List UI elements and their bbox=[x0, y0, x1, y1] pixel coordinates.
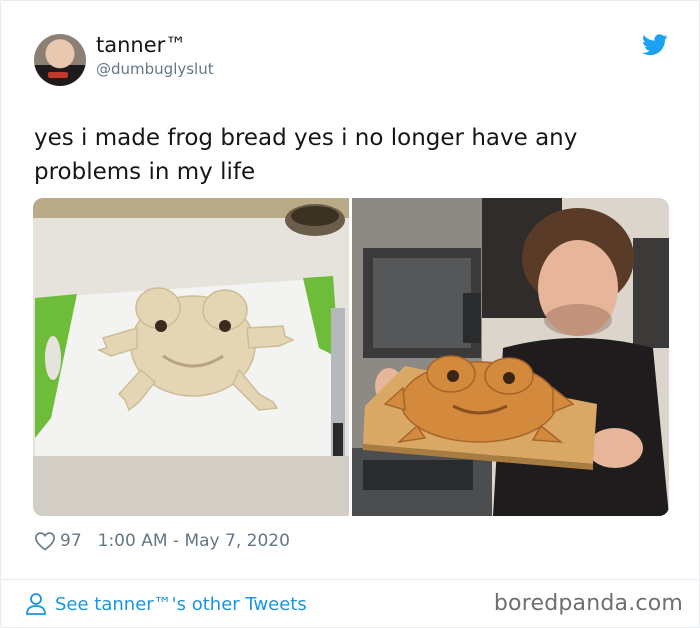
heart-icon[interactable] bbox=[34, 531, 56, 551]
tweet-text: yes i made frog bread yes i no longer ha… bbox=[34, 125, 578, 185]
user-icon bbox=[26, 593, 46, 615]
photo-frog-dough[interactable] bbox=[33, 198, 349, 516]
tweet-media[interactable] bbox=[33, 198, 669, 516]
photo-baked-frog-bread[interactable] bbox=[352, 198, 669, 516]
author-handle[interactable]: @dumbuglyslut bbox=[96, 60, 214, 78]
tweet-card: tanner™ @dumbuglyslut yes i made frog br… bbox=[0, 0, 700, 628]
tweet-meta: 97 1:00 AM - May 7, 2020 bbox=[34, 528, 290, 554]
watermark: boredpanda.com bbox=[493, 591, 683, 616]
see-other-tweets-link[interactable]: See tanner™'s other Tweets bbox=[25, 592, 307, 616]
see-other-tweets-label: See tanner™'s other Tweets bbox=[55, 593, 307, 615]
avatar-shirt-logo bbox=[48, 72, 68, 78]
tweet-timestamp[interactable]: 1:00 AM - May 7, 2020 bbox=[98, 531, 290, 551]
avatar[interactable] bbox=[34, 34, 86, 86]
like-count[interactable]: 97 bbox=[60, 531, 82, 551]
twitter-bird-icon[interactable] bbox=[642, 34, 668, 56]
footer-divider bbox=[2, 579, 699, 580]
author-name[interactable]: tanner™ bbox=[96, 33, 186, 57]
